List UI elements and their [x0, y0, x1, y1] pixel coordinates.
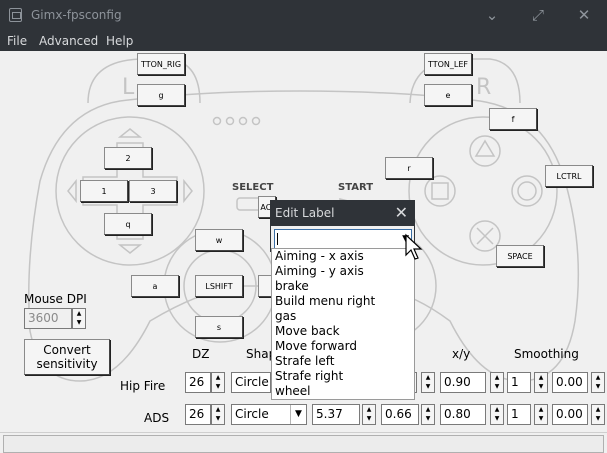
left-stick-right-button[interactable] — [258, 275, 272, 297]
hipfire-filter-input[interactable]: 0.00 — [552, 372, 588, 393]
r-letter: R — [476, 75, 491, 100]
left-stick-up-button[interactable]: w — [195, 229, 243, 251]
dialog-title: Edit Label — [275, 206, 335, 220]
left-stick-press-button[interactable]: LSHIFT — [195, 275, 243, 297]
title-bar: Gimx-fpsconfig ⌄ ⤢ ✕ — [0, 0, 607, 31]
left-stick-left-button[interactable]: a — [131, 275, 179, 297]
ads-shape-select[interactable]: Circle ▼ — [231, 404, 307, 425]
maximize-icon[interactable]: ⤢ — [527, 5, 549, 25]
label-combo-input[interactable]: ▼ — [274, 229, 412, 249]
status-bar — [0, 432, 607, 453]
dialog-title-bar: Edit Label ✕ — [271, 201, 414, 226]
dropdown-option[interactable]: Move back — [275, 324, 340, 338]
circle-button[interactable]: LCTRL — [545, 165, 593, 187]
r1-button[interactable]: TTON_LEF — [424, 53, 472, 75]
ads-dz-stepper[interactable]: ▲ ▼ — [211, 404, 225, 425]
status-field — [3, 435, 604, 453]
menu-advanced[interactable]: Advanced — [39, 34, 98, 48]
ads-xy-input[interactable]: 0.80 — [440, 404, 486, 425]
dpad-up-button[interactable]: 2 — [104, 147, 152, 169]
minimize-icon[interactable]: ⌄ — [481, 5, 503, 25]
close-icon[interactable]: ✕ — [573, 5, 595, 25]
hipfire-xy-stepper-left[interactable]: ▲ ▼ — [421, 372, 435, 393]
label-dropdown-list: Aiming - x axis Aiming - y axis brake Bu… — [271, 248, 415, 400]
ads-sens-input[interactable]: 5.37 — [312, 404, 360, 425]
left-stick-down-button[interactable]: s — [195, 316, 243, 338]
dropdown-option[interactable]: Aiming - x axis — [275, 249, 364, 263]
hipfire-dz-stepper[interactable]: ▲ ▼ — [211, 372, 225, 393]
convert-line-2: sensitivity — [36, 357, 98, 371]
text-caret — [277, 233, 278, 245]
l1-button[interactable]: TTON_RIG — [137, 53, 185, 75]
dialog-close-icon[interactable]: ✕ — [395, 203, 408, 222]
menu-file[interactable]: File — [7, 34, 27, 48]
window-title: Gimx-fpsconfig — [31, 8, 122, 22]
hipfire-xy-input[interactable]: 0.90 — [440, 372, 486, 393]
dropdown-option[interactable]: Strafe left — [275, 354, 334, 368]
hipfire-buffer-stepper[interactable]: ▲ ▼ — [534, 372, 548, 393]
hipfire-dz-input[interactable]: 26 — [185, 372, 211, 393]
dropdown-option[interactable]: gas — [275, 309, 296, 323]
chevron-down-icon: ▼ — [290, 405, 306, 424]
convert-line-1: Convert — [43, 343, 91, 357]
menu-help[interactable]: Help — [106, 34, 133, 48]
ads-filter-input[interactable]: 0.00 — [552, 404, 588, 425]
ads-xy-stepper[interactable]: ▲ ▼ — [490, 404, 504, 425]
app-icon — [9, 8, 22, 22]
cross-button[interactable]: SPACE — [496, 245, 544, 267]
start-label: START — [338, 182, 373, 193]
hipfire-label: Hip Fire — [120, 379, 166, 393]
r2-button[interactable]: e — [424, 84, 472, 106]
mouse-dpi-stepper[interactable]: ▲ ▼ — [72, 308, 86, 329]
mouse-dpi-label: Mouse DPI — [24, 292, 87, 306]
xy-header: x/y — [452, 347, 471, 361]
mouse-dpi-input[interactable]: 3600 — [24, 308, 72, 329]
dropdown-option[interactable]: wheel — [275, 384, 311, 398]
dpad-left-button[interactable]: 1 — [80, 180, 128, 202]
ads-shape-value: Circle — [235, 407, 269, 421]
square-button[interactable]: r — [385, 157, 433, 179]
dpad-right-button[interactable]: 3 — [129, 180, 177, 202]
hipfire-shape-select[interactable]: Circle — [231, 372, 271, 393]
ads-buffer-input[interactable]: 1 — [507, 404, 531, 425]
ads-sens-stepper[interactable]: ▲ ▼ — [362, 404, 376, 425]
l2-button[interactable]: g — [137, 84, 185, 106]
smoothing-header: Smoothing — [514, 347, 579, 361]
hipfire-filter-stepper[interactable]: ▲ ▼ — [591, 372, 605, 393]
mouse-cursor-icon — [405, 233, 423, 260]
select-label: SELECT — [232, 182, 274, 193]
dropdown-option[interactable]: Build menu right — [275, 294, 375, 308]
dpad-down-button[interactable]: q — [104, 213, 152, 235]
hipfire-xy-stepper[interactable]: ▲ ▼ — [490, 372, 504, 393]
hipfire-buffer-input[interactable]: 1 — [507, 372, 531, 393]
ads-buffer-stepper[interactable]: ▲ ▼ — [534, 404, 548, 425]
dropdown-option[interactable]: Strafe right — [275, 369, 343, 383]
l-letter: L — [122, 75, 135, 100]
ads-dz-input[interactable]: 26 — [185, 404, 211, 425]
dropdown-option[interactable]: Aiming - y axis — [275, 264, 364, 278]
dropdown-option[interactable]: Move forward — [275, 339, 357, 353]
ads-filter-stepper[interactable]: ▲ ▼ — [591, 404, 605, 425]
menu-bar: File Advanced Help — [0, 31, 607, 51]
triangle-button[interactable]: f — [489, 108, 537, 130]
ads-accel-input[interactable]: 0.66 — [381, 404, 419, 425]
dropdown-option[interactable]: brake — [275, 279, 309, 293]
convert-sensitivity-button[interactable]: Convert sensitivity — [24, 339, 110, 375]
ads-label: ADS — [144, 411, 170, 425]
edit-label-dialog: Edit Label ✕ ▼ — [270, 200, 415, 252]
ads-accel-stepper[interactable]: ▲ ▼ — [421, 404, 435, 425]
dz-header: DZ — [192, 347, 210, 361]
